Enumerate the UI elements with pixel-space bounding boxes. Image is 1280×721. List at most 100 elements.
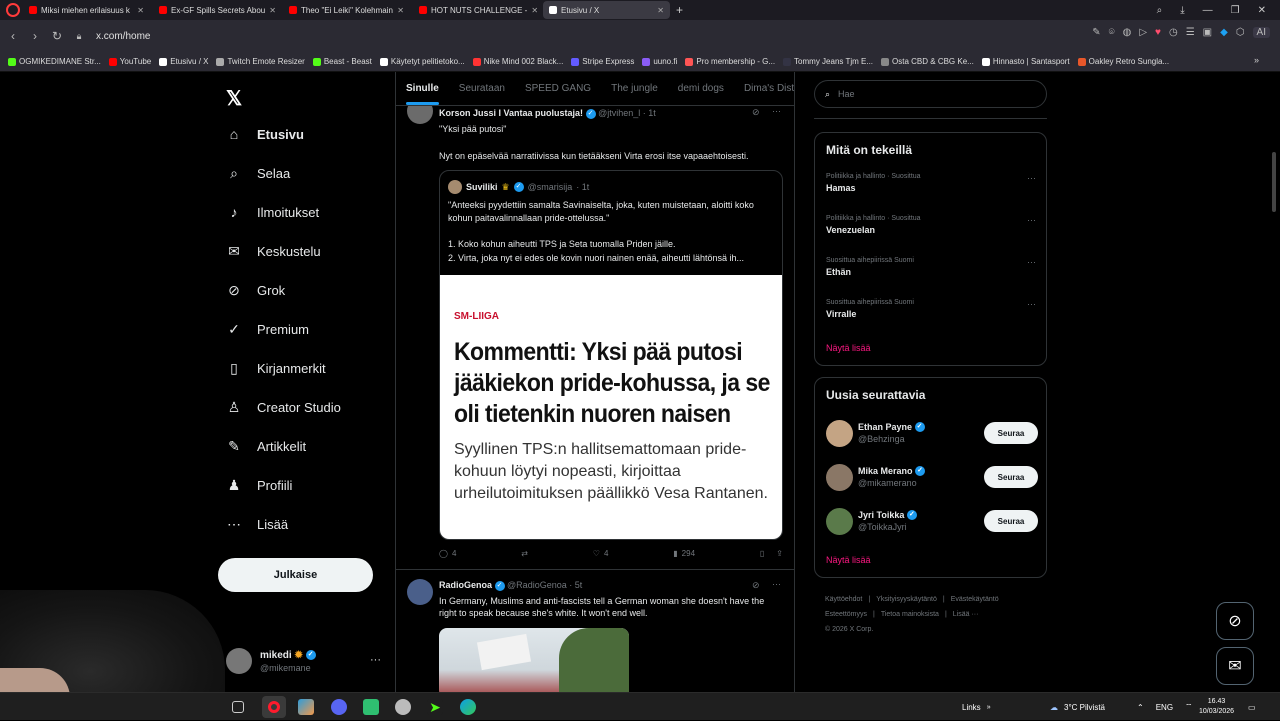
bookmarks-overflow-icon[interactable]: » [1254, 55, 1259, 65]
wallet-icon[interactable]: ▣ [1203, 27, 1212, 38]
bookmark-item[interactable]: Etusivu / X [159, 57, 208, 66]
close-tab-icon[interactable]: ✕ [657, 6, 664, 15]
bookmark-item[interactable]: Hinnasto | Santasport [981, 57, 1070, 66]
footer-link[interactable]: Yksityisyyskäytäntö [876, 596, 937, 603]
wifi-icon[interactable]: ⌔ [1185, 702, 1193, 712]
bookmark-item[interactable]: Osta CBD & CBG Ke... [881, 57, 974, 66]
grok-post-icon[interactable]: ⊘ [752, 580, 760, 591]
camera-icon[interactable]: ⌾ [1109, 27, 1115, 38]
bookmark-item[interactable]: uuno.fi [642, 57, 677, 66]
footer-link[interactable]: Esteettömyys [825, 611, 867, 618]
feed-tab[interactable]: SPEED GANG [515, 72, 601, 105]
reply-button[interactable]: ◯ 4 [439, 549, 456, 558]
post-author-name[interactable]: Korson Jussi I Vantaa puolustaja! [439, 108, 583, 118]
article-card[interactable]: SM-LIIGA Kommentti: Yksi pää putosi jääk… [440, 275, 782, 539]
clock-time[interactable]: 16.43 [1208, 697, 1226, 707]
nav-item-lisää[interactable]: ⋯ Lisää [226, 516, 288, 532]
links-overflow-icon[interactable]: » [987, 704, 991, 711]
bookmark-item[interactable]: YouTube [108, 57, 151, 66]
post-author-handle[interactable]: @RadioGenoa [507, 580, 567, 590]
follow-suggestion[interactable]: Ethan Payne ✓ @Behzinga Seuraa [826, 418, 1038, 448]
close-tab-icon[interactable]: ✕ [531, 6, 538, 15]
nav-item-kirjanmerkit[interactable]: ▯ Kirjanmerkit [226, 360, 325, 376]
bookmark-item[interactable]: Stripe Express [571, 57, 634, 66]
follow-suggestion[interactable]: Mika Merano ✓ @mikamerano Seuraa [826, 462, 1038, 492]
trend-more-icon[interactable]: ··· [1027, 173, 1036, 183]
links-toolbar[interactable]: Links [962, 703, 981, 712]
page-scrollbar[interactable] [1268, 72, 1280, 692]
trend-item[interactable]: Politiikka ja hallinto · Suosittua Venezu… [826, 215, 1036, 235]
repost-button[interactable]: ⇄ [521, 549, 528, 558]
browser-tab[interactable]: Etusivu / X ✕ [543, 1, 670, 19]
search-input[interactable]: ⌕ Hae [814, 80, 1047, 108]
trend-more-icon[interactable]: ··· [1027, 299, 1036, 309]
feed-tab[interactable]: The jungle [601, 72, 668, 105]
trend-more-icon[interactable]: ··· [1027, 257, 1036, 267]
nav-item-keskustelu[interactable]: ✉ Keskustelu [226, 243, 320, 259]
feed-tab[interactable]: Sinulle [396, 72, 449, 105]
new-tab-button[interactable]: + [676, 3, 683, 17]
nav-item-grok[interactable]: ⊘ Grok [226, 282, 285, 298]
weather-text[interactable]: 3°C Pilvistä [1064, 703, 1105, 712]
bookmark-icon[interactable]: ▯ [760, 549, 764, 558]
x-logo-icon[interactable]: 𝕏 [226, 86, 242, 111]
nav-item-ilmoitukset[interactable]: ♪ Ilmoitukset [226, 204, 320, 220]
bookmark-item[interactable]: OGMIKEDIMANE Str... [8, 57, 101, 66]
trend-item[interactable]: Politiikka ja hallinto · Suosittua Hamas ·… [826, 173, 1036, 193]
minimize-button[interactable]: — [1203, 5, 1213, 16]
footer-link[interactable]: Lisää ··· [953, 611, 979, 618]
bookmark-item[interactable]: Twitch Emote Resizer [216, 57, 305, 66]
feed-tab[interactable]: demi dogs [668, 72, 734, 105]
bookmark-item[interactable]: Pro membership - G... [685, 57, 775, 66]
like-button[interactable]: ♡ 4 [593, 549, 609, 558]
trend-item[interactable]: Suosittua aihepiirissä Suomi Virralle ··· [826, 299, 1036, 319]
search-tabs-icon[interactable]: ⌕ [1157, 5, 1163, 16]
app-arrow-icon[interactable]: ➤ [427, 699, 443, 715]
language-indicator[interactable]: ENG [1156, 703, 1173, 712]
nav-item-profiili[interactable]: ♟ Profiili [226, 477, 293, 493]
edit-icon[interactable]: ✎ [1092, 27, 1100, 38]
trend-more-icon[interactable]: ··· [1027, 215, 1036, 225]
maximize-button[interactable]: ❐ [1231, 5, 1240, 16]
account-more-icon[interactable]: ··· [370, 654, 381, 666]
nav-item-selaa[interactable]: ⌕ Selaa [226, 165, 290, 181]
back-icon[interactable]: ‹ [2, 29, 24, 43]
footer-link[interactable]: Käyttöehdot [825, 596, 862, 603]
browser-tab[interactable]: Miksi miehen erilaisuus k ✕ [23, 1, 150, 19]
play-icon[interactable]: ▷ [1139, 27, 1147, 38]
download-icon[interactable]: ⤓ [1180, 5, 1184, 16]
tray-chevron-icon[interactable]: ⌃ [1137, 703, 1144, 712]
photos-icon[interactable] [298, 699, 314, 715]
forward-icon[interactable]: › [24, 29, 46, 43]
messages-floating-button[interactable]: ✉ [1216, 647, 1254, 685]
nav-item-premium[interactable]: ✓ Premium [226, 321, 309, 337]
task-view-icon[interactable] [232, 701, 244, 713]
extension-icon[interactable]: ◆ [1220, 27, 1228, 38]
close-tab-icon[interactable]: ✕ [269, 6, 276, 15]
close-tab-icon[interactable]: ✕ [397, 6, 404, 15]
nav-item-artikkelit[interactable]: ✎ Artikkelit [226, 438, 306, 454]
browser-tab[interactable]: HOT NUTS CHALLENGE - ✕ [413, 1, 540, 19]
bookmark-item[interactable]: Beast - Beast [312, 57, 372, 66]
views-button[interactable]: ▮ 294 [673, 549, 695, 558]
clock-date[interactable]: 10/03/2026 [1199, 707, 1234, 717]
reload-icon[interactable]: ↻ [46, 29, 68, 43]
discord-icon[interactable] [331, 699, 347, 715]
nav-item-etusivu[interactable]: ⌂ Etusivu [226, 126, 304, 142]
post-author-handle[interactable]: @jtvihen_l [598, 108, 640, 118]
close-window-button[interactable]: ✕ [1258, 5, 1266, 16]
trend-item[interactable]: Suosittua aihepiirissä Suomi Ethän ··· [826, 257, 1036, 277]
follow-button[interactable]: Seuraa [984, 422, 1038, 444]
post[interactable]: RadioGenoa ✓ @RadioGenoa · 5t ⊘ ··· In G… [396, 571, 794, 692]
shield-icon[interactable]: ◍ [1123, 27, 1132, 38]
quoted-post[interactable]: Suviliki ♛ ✓ @smarisija · 1t "Anteeksi p… [439, 170, 783, 540]
account-switcher[interactable]: mikedi ✹ ✓ @mikemane [226, 648, 316, 674]
grok-floating-button[interactable]: ⊘ [1216, 602, 1254, 640]
browser-menu-icon[interactable] [6, 3, 20, 17]
post-button[interactable]: Julkaise [218, 558, 373, 592]
follow-show-more-link[interactable]: Näytä lisää [826, 555, 871, 565]
post-time[interactable]: · 1t [643, 108, 656, 118]
bookmark-item[interactable]: Tommy Jeans Tjm E... [783, 57, 873, 66]
post-more-icon[interactable]: ··· [772, 106, 781, 116]
post-time[interactable]: · 5t [569, 580, 582, 590]
